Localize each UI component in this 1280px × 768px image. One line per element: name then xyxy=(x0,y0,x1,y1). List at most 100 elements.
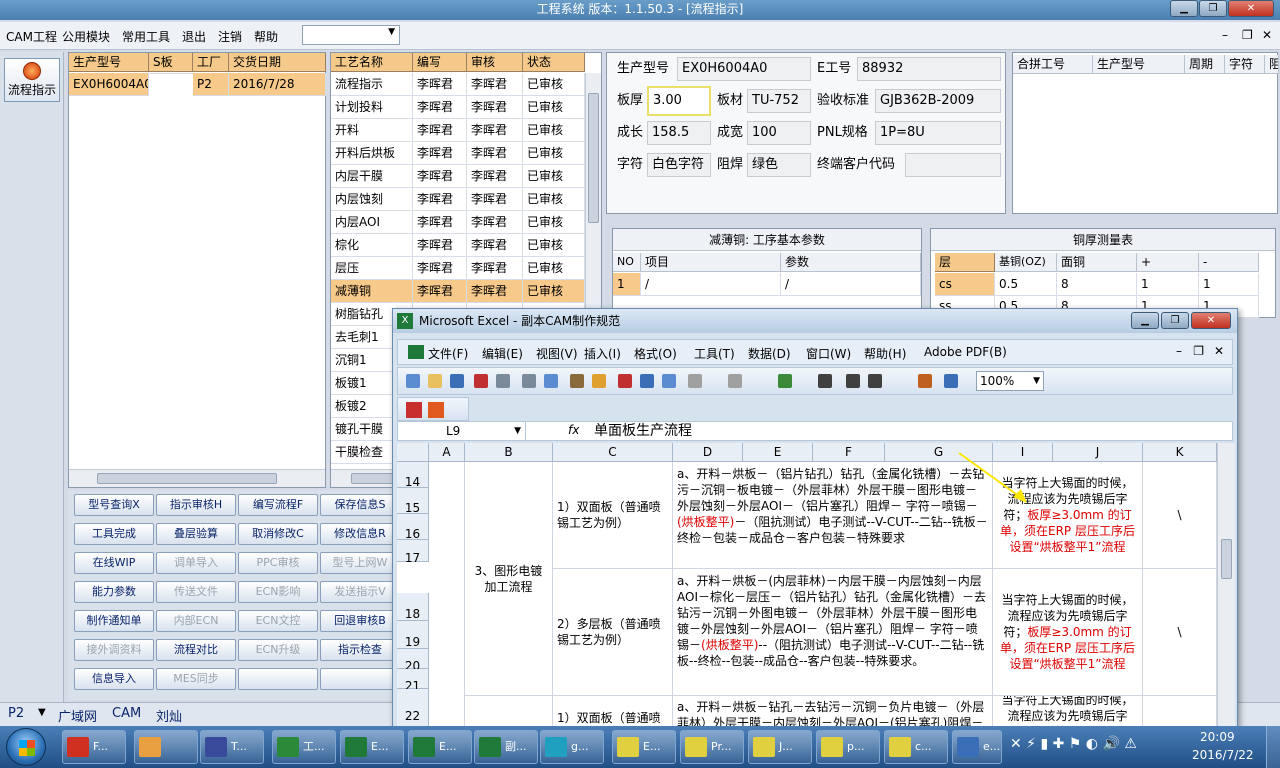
column-header[interactable]: I xyxy=(993,443,1053,462)
taskbar-item[interactable]: J... xyxy=(748,730,812,764)
toolbar-icon[interactable] xyxy=(618,374,632,388)
mask-field[interactable]: 绿色 xyxy=(747,153,811,177)
excel-mdi-close[interactable]: ✕ xyxy=(1214,344,1224,358)
table-cell[interactable]: 流程指示 xyxy=(331,73,413,96)
action-button[interactable]: ECN文控 xyxy=(238,610,318,632)
table-cell[interactable]: cs xyxy=(935,273,995,296)
table-cell[interactable]: 李晖君 xyxy=(413,188,467,211)
excel-mdi-min[interactable]: – xyxy=(1176,344,1182,358)
action-button[interactable]: 在线WIP xyxy=(74,552,154,574)
col-header[interactable]: NO xyxy=(613,253,641,272)
toolbar-icon[interactable] xyxy=(474,374,488,388)
standard-field[interactable]: GJB362B-2009 xyxy=(875,89,1001,113)
excel-minimize[interactable]: ▁ xyxy=(1131,312,1159,329)
mdi-close[interactable]: ✕ xyxy=(1262,28,1272,42)
excel-menu-item[interactable]: 编辑(E) xyxy=(482,345,523,362)
col-header[interactable]: 工艺名称 xyxy=(331,53,413,72)
taskbar-item[interactable]: E... xyxy=(408,730,472,764)
taskbar-item[interactable]: 工... xyxy=(272,730,336,764)
table-cell[interactable]: 内层AOI xyxy=(331,211,413,234)
toolbar-icon[interactable] xyxy=(728,374,742,388)
toolbar-icon[interactable] xyxy=(688,374,702,388)
taskbar-item[interactable]: g... xyxy=(540,730,604,764)
table-cell[interactable]: 李晖君 xyxy=(413,119,467,142)
menu-logout[interactable]: 注销 xyxy=(218,28,242,45)
table-cell[interactable]: / xyxy=(641,273,781,296)
col-header[interactable]: 交货日期 xyxy=(229,53,326,72)
table-cell[interactable] xyxy=(149,73,193,74)
close-button[interactable]: ✕ xyxy=(1228,0,1274,17)
table-cell[interactable]: 计划投料 xyxy=(331,96,413,119)
col-header[interactable]: 周期 xyxy=(1185,55,1225,74)
table-cell[interactable]: 李晖君 xyxy=(413,234,467,257)
taskbar-item[interactable]: T... xyxy=(200,730,264,764)
excel-menu-item[interactable]: 窗口(W) xyxy=(806,345,851,362)
action-button[interactable]: 制作通知单 xyxy=(74,610,154,632)
table-cell[interactable]: 李晖君 xyxy=(413,257,467,280)
cell[interactable]: 2）多层板（普通喷锡工艺为例） xyxy=(553,569,673,696)
toolbar-icon[interactable] xyxy=(640,374,654,388)
taskbar-item[interactable]: p... xyxy=(816,730,880,764)
zoom-select[interactable]: 100% ▼ xyxy=(976,371,1044,391)
taskbar-item[interactable]: E... xyxy=(612,730,676,764)
excel-menu-item[interactable]: 工具(T) xyxy=(694,345,735,362)
row-header[interactable]: 20 xyxy=(397,649,429,673)
toolbar-icon[interactable] xyxy=(544,374,558,388)
toolbar-icon[interactable] xyxy=(496,374,510,388)
table-cell[interactable]: 内层蚀刻 xyxy=(331,188,413,211)
show-desktop-button[interactable] xyxy=(1266,726,1280,768)
select-all[interactable] xyxy=(397,443,429,462)
excel-menu-item[interactable]: 数据(D) xyxy=(748,345,791,362)
toolbar-icon[interactable] xyxy=(406,374,420,388)
name-box[interactable]: L9 ▼ xyxy=(398,422,526,440)
table-cell[interactable]: 李晖君 xyxy=(467,96,523,119)
table-cell[interactable]: 李晖君 xyxy=(413,280,467,303)
toolbar-icon[interactable] xyxy=(522,374,536,388)
taskbar-item[interactable]: c... xyxy=(884,730,948,764)
column-header[interactable]: K xyxy=(1143,443,1217,462)
table-cell[interactable]: 已审核 xyxy=(523,142,585,165)
excel-maximize[interactable]: ❐ xyxy=(1161,312,1189,329)
table-cell[interactable]: 李晖君 xyxy=(467,165,523,188)
table-cell[interactable]: / xyxy=(781,273,921,296)
col-header[interactable]: 层 xyxy=(935,253,995,272)
worksheet-grid[interactable]: A B C D E F G I J K 14 15 16 17 18 19 20 21 22 3、图形电镀加工流程 1）… xyxy=(397,443,1217,729)
product-model-field[interactable]: EX0H6004A0 xyxy=(677,57,811,81)
action-button[interactable]: 调单导入 xyxy=(156,552,236,574)
chevron-down-icon[interactable]: ▼ xyxy=(38,707,46,718)
toolbar-icon[interactable] xyxy=(918,374,932,388)
action-button[interactable]: 指示检查 xyxy=(320,639,400,661)
table-cell[interactable]: 李晖君 xyxy=(467,188,523,211)
client-code-field[interactable] xyxy=(905,153,1001,177)
action-button[interactable]: ECN升级 xyxy=(238,639,318,661)
col-header[interactable]: S板 xyxy=(149,53,193,72)
maximize-button[interactable]: ❐ xyxy=(1199,0,1227,17)
material-field[interactable]: TU-752 xyxy=(747,89,811,113)
table-cell[interactable]: 李晖君 xyxy=(467,142,523,165)
table-cell[interactable]: 李晖君 xyxy=(467,234,523,257)
toolbar-icon[interactable] xyxy=(944,374,958,388)
table-cell[interactable]: 李晖君 xyxy=(467,73,523,96)
pdf-convert-icon[interactable] xyxy=(428,402,444,418)
excel-menu-item[interactable]: 视图(V) xyxy=(536,345,578,362)
column-header[interactable]: B xyxy=(465,443,553,462)
mdi-restore[interactable]: ❐ xyxy=(1242,28,1253,42)
col-header[interactable]: 字符 xyxy=(1225,55,1265,74)
length-field[interactable]: 158.5 xyxy=(647,121,711,145)
toolbar-icon[interactable] xyxy=(450,374,464,388)
flow-instruction-button[interactable]: 流程指示 xyxy=(4,58,60,102)
table-cell[interactable]: 李晖君 xyxy=(413,142,467,165)
excel-menu-item[interactable]: 插入(I) xyxy=(584,345,621,362)
action-button[interactable]: MES同步 xyxy=(156,668,236,690)
action-button[interactable]: 编写流程F xyxy=(238,494,318,516)
table-cell[interactable]: 李晖君 xyxy=(467,119,523,142)
column-header[interactable]: C xyxy=(553,443,673,462)
table-cell[interactable]: 8 xyxy=(1057,273,1137,296)
table-cell[interactable]: 1 xyxy=(1199,273,1259,296)
toolbar-icon[interactable] xyxy=(818,374,832,388)
cell[interactable]: 3、图形电镀加工流程 xyxy=(465,462,553,696)
excel-menu-item[interactable]: 帮助(H) xyxy=(864,345,906,362)
column-header[interactable]: F xyxy=(813,443,885,462)
toolbar-icon[interactable] xyxy=(846,374,860,388)
table-cell[interactable]: 李晖君 xyxy=(413,96,467,119)
